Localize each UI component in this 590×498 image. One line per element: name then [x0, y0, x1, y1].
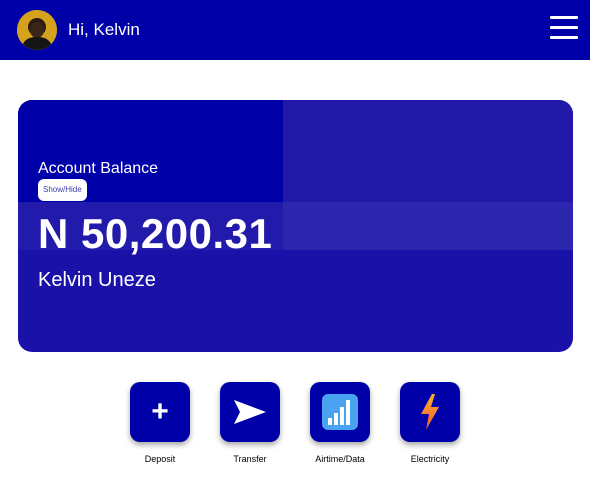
plus-icon: + [151, 395, 169, 428]
deposit-label: Deposit [144, 454, 176, 464]
top-bar: Hi, Kelvin [0, 0, 590, 60]
airtime-data-tile[interactable] [310, 382, 370, 442]
show-hide-button[interactable]: Show/Hide [38, 179, 87, 201]
transfer-button[interactable]: Transfer [210, 382, 290, 472]
transfer-label: Transfer [233, 454, 267, 464]
quick-actions: + Deposit Transfer Airtime/Data Electric… [0, 382, 590, 472]
electricity-label: Electricity [410, 454, 450, 464]
avatar[interactable] [17, 10, 57, 50]
account-holder-name: Kelvin Uneze [38, 269, 156, 291]
balance-amount: N 50,200.31 [38, 210, 273, 257]
signal-bars-icon [322, 394, 358, 430]
greeting-text: Hi, Kelvin [68, 20, 140, 39]
deposit-tile[interactable]: + [130, 382, 190, 442]
balance-card: Account Balance Show/Hide N 50,200.31 Ke… [18, 100, 573, 352]
airtime-data-button[interactable]: Airtime/Data [300, 382, 380, 472]
electricity-button[interactable]: Electricity [390, 382, 470, 472]
user-photo-icon [17, 10, 57, 50]
card-decoration [283, 202, 573, 250]
balance-label: Account Balance [38, 160, 159, 177]
electricity-tile[interactable] [400, 382, 460, 442]
lightning-bolt-icon [421, 394, 439, 430]
hamburger-menu-icon[interactable] [550, 14, 578, 42]
deposit-button[interactable]: + Deposit [120, 382, 200, 472]
transfer-tile[interactable] [220, 382, 280, 442]
send-arrow-icon [234, 400, 266, 424]
airtime-data-label: Airtime/Data [315, 454, 365, 464]
